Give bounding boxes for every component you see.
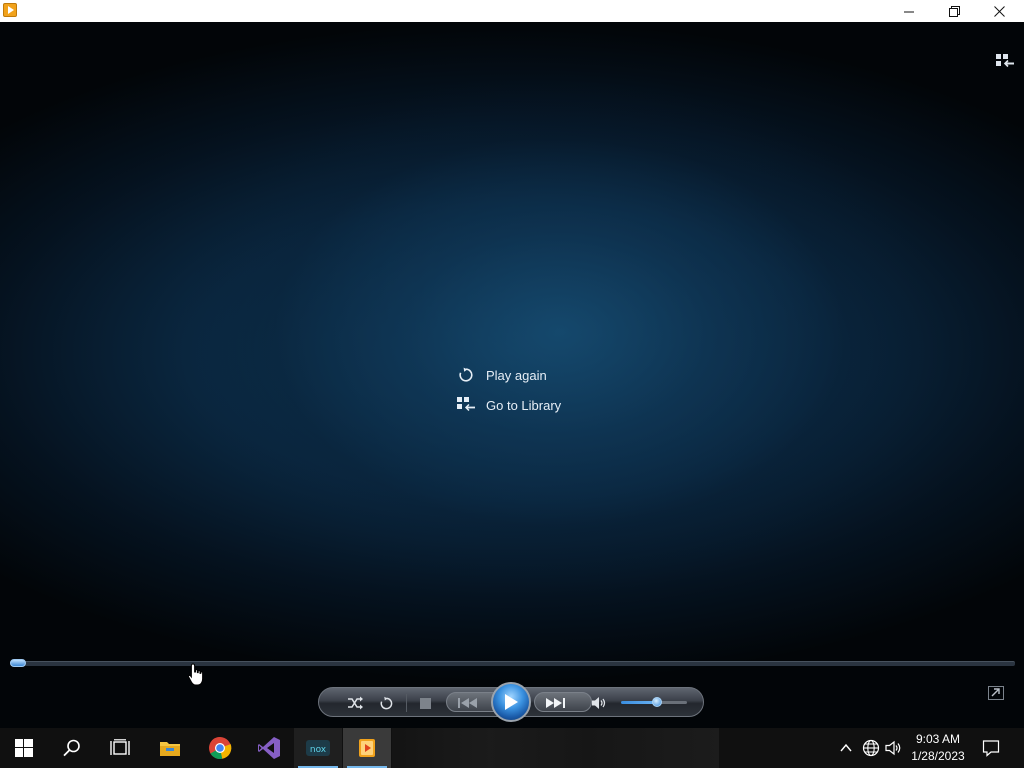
close-icon	[993, 5, 1005, 17]
replay-icon	[457, 366, 475, 384]
nox-button[interactable]: nox	[294, 728, 342, 768]
search-button[interactable]	[48, 728, 96, 768]
play-again-link[interactable]: Play again	[457, 364, 547, 386]
previous-button[interactable]	[454, 688, 482, 718]
shuffle-button[interactable]	[345, 688, 365, 718]
minimize-icon	[903, 11, 914, 12]
network-globe-icon[interactable]	[862, 739, 880, 757]
restore-button[interactable]	[931, 0, 977, 22]
shuffle-icon	[348, 696, 363, 710]
title-bar	[0, 0, 1024, 22]
minimize-button[interactable]	[886, 0, 932, 22]
clock-time: 9:03 AM	[915, 732, 961, 746]
separator	[406, 694, 407, 712]
close-button[interactable]	[976, 0, 1022, 22]
task-view-icon	[110, 739, 130, 755]
windows-media-player-icon	[3, 3, 17, 17]
chrome-icon	[209, 737, 232, 760]
chrome-button[interactable]	[196, 728, 244, 768]
transport-controls	[318, 682, 704, 722]
play-again-label: Play again	[486, 367, 547, 383]
visual-studio-button[interactable]	[245, 728, 293, 768]
switch-to-library-icon[interactable]	[995, 52, 1015, 70]
search-icon	[63, 739, 80, 757]
volume-icon[interactable]	[885, 739, 903, 757]
system-clock[interactable]: 9:03 AM 1/28/2023	[906, 731, 970, 765]
start-icon	[15, 739, 33, 757]
stop-button[interactable]	[416, 688, 434, 718]
restore-icon	[948, 5, 960, 17]
next-button[interactable]	[541, 688, 569, 718]
repeat-button[interactable]	[376, 688, 396, 718]
clock-date: 1/28/2023	[911, 749, 965, 763]
next-icon	[546, 698, 565, 708]
repeat-icon	[380, 696, 392, 709]
previous-icon	[458, 698, 477, 708]
taskbar: nox 9:03 AM 1/28/2023	[0, 728, 1024, 768]
seek-thumb[interactable]	[10, 659, 26, 667]
visual-studio-icon	[258, 737, 280, 759]
task-view-button[interactable]	[96, 728, 144, 768]
windows-media-player-icon	[359, 739, 375, 757]
file-explorer-icon	[160, 742, 180, 756]
file-explorer-button[interactable]	[146, 728, 194, 768]
play-button[interactable]	[491, 682, 531, 722]
start-button[interactable]	[0, 728, 48, 768]
volume-thumb[interactable]	[652, 697, 662, 707]
go-to-library-label: Go to Library	[486, 397, 562, 413]
action-center-icon[interactable]	[982, 739, 1000, 757]
go-to-library-link[interactable]: Go to Library	[457, 394, 561, 416]
nox-icon: nox	[306, 740, 330, 756]
stop-icon	[419, 697, 431, 709]
show-hidden-icons-icon[interactable]	[838, 740, 854, 756]
switch-to-compact-mode-icon[interactable]	[988, 686, 1004, 700]
hand-cursor-icon	[187, 663, 204, 686]
volume-slider[interactable]	[621, 697, 687, 707]
mute-button[interactable]	[589, 688, 609, 718]
speaker-icon	[592, 697, 606, 709]
library-icon	[457, 396, 475, 414]
play-icon	[505, 694, 518, 710]
taskbar-preview-area	[392, 728, 719, 768]
svg-text:nox: nox	[310, 745, 327, 755]
now-playing-area: Play again Go to Library	[0, 22, 1024, 728]
windows-media-player-button[interactable]	[343, 728, 391, 768]
seek-bar[interactable]	[10, 659, 1015, 667]
